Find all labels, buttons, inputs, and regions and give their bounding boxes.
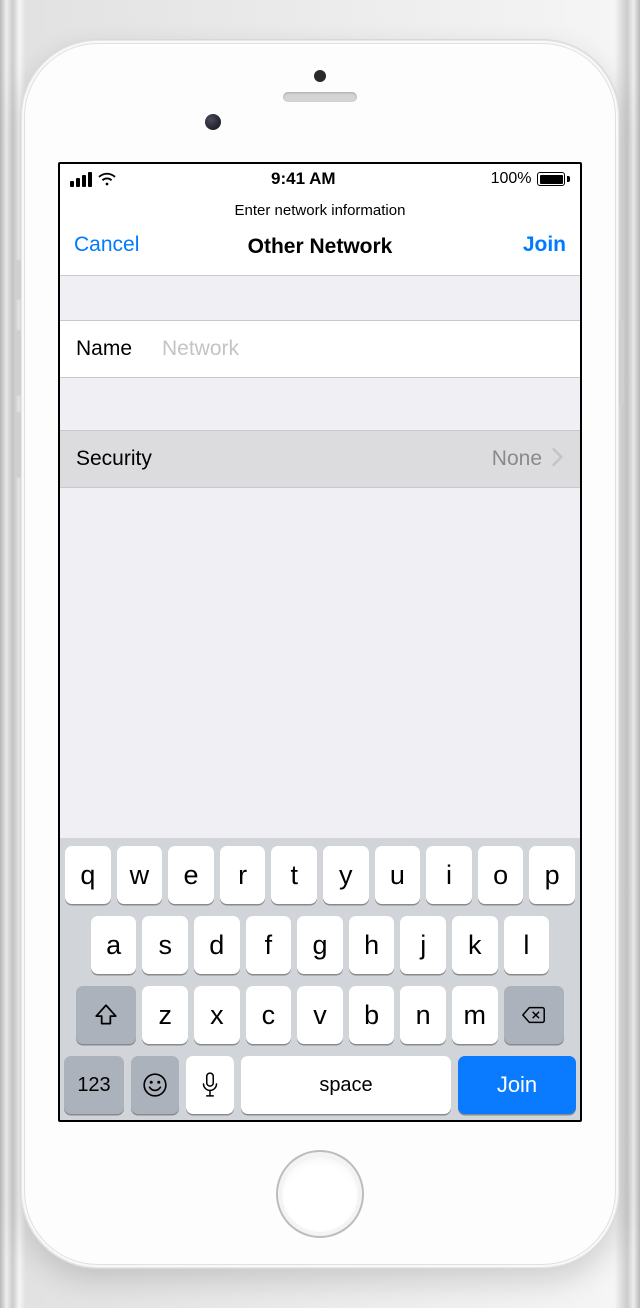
key-j[interactable]: j bbox=[400, 916, 446, 974]
key-p[interactable]: p bbox=[529, 846, 575, 904]
join-button[interactable]: Join bbox=[523, 233, 566, 257]
key-t[interactable]: t bbox=[271, 846, 317, 904]
key-e[interactable]: e bbox=[168, 846, 214, 904]
page-title: Other Network bbox=[248, 235, 393, 259]
section-spacer bbox=[60, 276, 580, 320]
battery-percent: 100% bbox=[491, 170, 532, 188]
cell-signal-icon bbox=[70, 172, 92, 187]
phone-frame: 9:41 AM 100% Enter network information C… bbox=[20, 39, 620, 1269]
power-button[interactable] bbox=[619, 320, 624, 406]
key-a[interactable]: a bbox=[91, 916, 137, 974]
wifi-icon bbox=[98, 172, 116, 186]
key-b[interactable]: b bbox=[349, 986, 395, 1044]
status-bar: 9:41 AM 100% bbox=[60, 164, 580, 194]
key-i[interactable]: i bbox=[426, 846, 472, 904]
shift-key[interactable] bbox=[76, 986, 136, 1044]
volume-up-button[interactable] bbox=[16, 330, 21, 396]
security-cell[interactable]: Security None bbox=[60, 430, 580, 488]
key-w[interactable]: w bbox=[117, 846, 163, 904]
backspace-key[interactable] bbox=[504, 986, 564, 1044]
screen: 9:41 AM 100% Enter network information C… bbox=[58, 162, 582, 1122]
emoji-key[interactable] bbox=[131, 1056, 179, 1114]
key-c[interactable]: c bbox=[246, 986, 292, 1044]
security-value: None bbox=[492, 447, 542, 471]
space-key[interactable]: space bbox=[241, 1056, 451, 1114]
cancel-button[interactable]: Cancel bbox=[74, 233, 139, 257]
key-r[interactable]: r bbox=[220, 846, 266, 904]
volume-down-button[interactable] bbox=[16, 412, 21, 478]
battery-icon bbox=[537, 172, 570, 186]
key-n[interactable]: n bbox=[400, 986, 446, 1044]
key-k[interactable]: k bbox=[452, 916, 498, 974]
content-fill bbox=[60, 488, 580, 838]
mute-switch[interactable] bbox=[16, 260, 21, 300]
status-time: 9:41 AM bbox=[271, 169, 336, 189]
key-d[interactable]: d bbox=[194, 916, 240, 974]
earpiece-speaker bbox=[283, 92, 357, 102]
key-x[interactable]: x bbox=[194, 986, 240, 1044]
header-subtitle: Enter network information bbox=[60, 198, 580, 233]
section-spacer bbox=[60, 378, 580, 430]
key-u[interactable]: u bbox=[375, 846, 421, 904]
key-v[interactable]: v bbox=[297, 986, 343, 1044]
network-name-input[interactable] bbox=[162, 337, 564, 361]
keyboard-row-2: asdfghjkl bbox=[64, 916, 576, 974]
keyboard-row-1: qwertyuiop bbox=[64, 846, 576, 904]
name-cell[interactable]: Name bbox=[60, 320, 580, 378]
key-y[interactable]: y bbox=[323, 846, 369, 904]
front-camera bbox=[205, 114, 221, 130]
key-s[interactable]: s bbox=[142, 916, 188, 974]
key-m[interactable]: m bbox=[452, 986, 498, 1044]
numbers-key[interactable]: 123 bbox=[64, 1056, 124, 1114]
key-h[interactable]: h bbox=[349, 916, 395, 974]
nav-header: Enter network information Cancel Other N… bbox=[60, 194, 580, 276]
dictation-key[interactable] bbox=[186, 1056, 234, 1114]
key-q[interactable]: q bbox=[65, 846, 111, 904]
keyboard: qwertyuiop asdfghjkl zxcvbnm 123 bbox=[60, 838, 580, 1120]
home-button[interactable] bbox=[276, 1150, 364, 1238]
proximity-sensor bbox=[314, 70, 326, 82]
keyboard-row-3: zxcvbnm bbox=[64, 986, 576, 1044]
key-l[interactable]: l bbox=[504, 916, 550, 974]
chevron-right-icon bbox=[552, 448, 564, 470]
key-z[interactable]: z bbox=[142, 986, 188, 1044]
key-g[interactable]: g bbox=[297, 916, 343, 974]
key-f[interactable]: f bbox=[246, 916, 292, 974]
name-label: Name bbox=[76, 337, 162, 361]
security-label: Security bbox=[76, 447, 162, 471]
keyboard-join-key[interactable]: Join bbox=[458, 1056, 576, 1114]
key-o[interactable]: o bbox=[478, 846, 524, 904]
keyboard-row-4: 123 space Join bbox=[64, 1056, 576, 1114]
